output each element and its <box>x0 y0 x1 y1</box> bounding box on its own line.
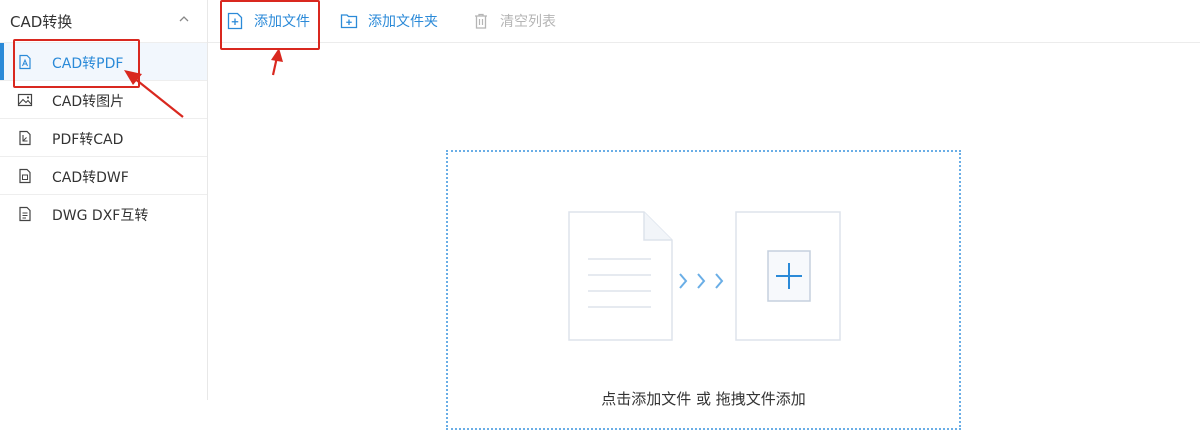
sidebar-item-label: DWG DXF互转 <box>52 208 149 224</box>
annotation-arrow-icon <box>271 48 283 76</box>
cad-file-icon <box>19 130 31 146</box>
add-folder-label: 添加文件夹 <box>368 14 438 30</box>
drop-hint-text: 点击添加文件 或 拖拽文件添加 <box>601 390 806 408</box>
sidebar-item-label: CAD转DWF <box>52 170 129 186</box>
triple-chevron-icon <box>679 273 724 289</box>
clear-list-button[interactable]: 清空列表 <box>472 0 556 42</box>
sidebar-group-title: CAD转换 <box>10 12 73 31</box>
sidebar-group-header[interactable]: CAD转换 <box>0 0 207 42</box>
drop-illustration <box>568 211 841 341</box>
clear-list-label: 清空列表 <box>500 14 556 30</box>
sidebar-item-dwg-dxf-convert[interactable]: DWG DXF互转 <box>0 194 207 232</box>
add-box-icon <box>735 211 841 341</box>
annotation-highlight-toolbar <box>220 0 320 50</box>
toolbar: 添加文件 添加文件夹 清空列表 <box>208 0 1200 43</box>
add-folder-icon <box>340 14 358 29</box>
sidebar-item-label: CAD转图片 <box>52 94 125 110</box>
active-indicator <box>0 43 4 80</box>
add-folder-button[interactable]: 添加文件夹 <box>340 0 438 42</box>
sidebar-item-label: PDF转CAD <box>52 132 124 148</box>
chevron-up-icon[interactable] <box>177 12 191 26</box>
trash-icon <box>475 13 487 29</box>
convert-file-icon <box>19 206 31 222</box>
image-icon <box>17 93 33 107</box>
sidebar-item-cad-to-dwf[interactable]: CAD转DWF <box>0 156 207 194</box>
sidebar-item-pdf-to-cad[interactable]: PDF转CAD <box>0 118 207 156</box>
dwf-file-icon <box>19 168 31 184</box>
document-icon <box>568 211 673 341</box>
annotation-highlight-sidebar <box>13 39 140 88</box>
